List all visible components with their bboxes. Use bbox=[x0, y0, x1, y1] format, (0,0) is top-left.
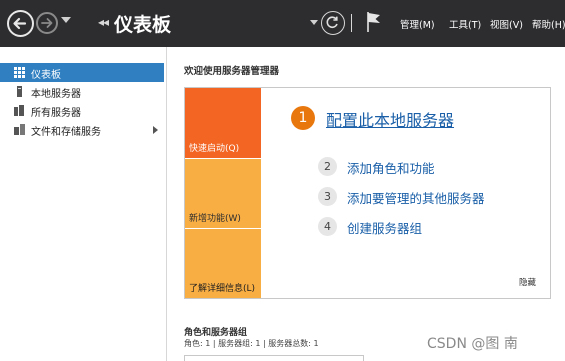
add-servers-link[interactable]: 添加要管理的其他服务器 bbox=[347, 188, 485, 207]
tile-label: 了解详细信息(L) bbox=[189, 284, 256, 294]
menu-manage[interactable]: 管理(M) bbox=[400, 17, 435, 31]
tile-label: 快速启动(Q) bbox=[189, 144, 240, 154]
menu-view[interactable]: 视图(V) bbox=[490, 17, 523, 31]
step-number-badge: 3 bbox=[318, 187, 337, 206]
step-number-badge: 1 bbox=[291, 106, 315, 130]
configure-local-server-link[interactable]: 配置此本地服务器 bbox=[326, 107, 454, 131]
tile-label: 新增功能(W) bbox=[189, 214, 241, 224]
tile-quick-start[interactable]: 快速启动(Q) bbox=[185, 88, 261, 158]
refresh-dropdown-icon[interactable] bbox=[310, 20, 318, 25]
menu-help[interactable]: 帮助(H) bbox=[532, 17, 565, 31]
history-dropdown-icon[interactable] bbox=[61, 17, 71, 23]
sidebar: 仪表板 本地服务器 所有服务器 文件和存储服务 bbox=[0, 47, 167, 361]
notifications-flag-icon[interactable] bbox=[366, 11, 382, 33]
arrow-left-icon bbox=[13, 17, 27, 30]
tile-whats-new[interactable]: 新增功能(W) bbox=[185, 158, 261, 228]
step-number-badge: 2 bbox=[318, 157, 337, 176]
chevron-right-icon[interactable] bbox=[153, 126, 158, 134]
forward-button[interactable] bbox=[36, 12, 58, 34]
add-roles-link[interactable]: 添加角色和功能 bbox=[347, 158, 435, 177]
refresh-icon bbox=[326, 16, 338, 28]
quick-start-panel: 快速启动(Q) 新增功能(W) 了解详细信息(L) 1 配置此本地服务器 2 添… bbox=[184, 87, 551, 299]
roles-section-title: 角色和服务器组 bbox=[184, 328, 248, 338]
breadcrumb-arrows-icon: ◂◂ bbox=[98, 15, 109, 29]
create-server-group-link[interactable]: 创建服务器组 bbox=[347, 218, 422, 237]
sidebar-item-label: 仪表板 bbox=[31, 70, 61, 81]
sidebar-item-label: 本地服务器 bbox=[31, 89, 81, 100]
title-bar: ◂◂ 仪表板 管理(M) 工具(T) 视图(V) 帮助(H) bbox=[0, 0, 565, 47]
toolbar-divider bbox=[351, 14, 352, 32]
sidebar-item-local-server[interactable]: 本地服务器 bbox=[0, 82, 164, 101]
tile-learn-more[interactable]: 了解详细信息(L) bbox=[185, 228, 261, 298]
page-title: 仪表板 bbox=[114, 14, 172, 36]
watermark: CSDN @图 南 bbox=[427, 336, 518, 352]
sidebar-item-file-storage[interactable]: 文件和存储服务 bbox=[0, 120, 164, 139]
all-servers-icon bbox=[14, 105, 24, 116]
step-number-badge: 4 bbox=[318, 217, 337, 236]
hide-link[interactable]: 隐藏 bbox=[519, 276, 536, 288]
file-storage-icon bbox=[14, 124, 25, 135]
local-server-icon bbox=[17, 86, 22, 97]
sidebar-item-label: 所有服务器 bbox=[31, 108, 81, 119]
sidebar-item-dashboard[interactable]: 仪表板 bbox=[0, 63, 164, 82]
role-tile[interactable] bbox=[184, 355, 364, 361]
welcome-heading: 欢迎使用服务器管理器 bbox=[184, 66, 280, 77]
sidebar-item-all-servers[interactable]: 所有服务器 bbox=[0, 101, 164, 120]
roles-counts: 角色: 1 | 服务器组: 1 | 服务器总数: 1 bbox=[184, 339, 319, 348]
sidebar-item-label: 文件和存储服务 bbox=[31, 127, 101, 138]
menu-tools[interactable]: 工具(T) bbox=[449, 17, 481, 31]
main-content: 欢迎使用服务器管理器 快速启动(Q) 新增功能(W) 了解详细信息(L) 1 配… bbox=[168, 47, 565, 361]
refresh-button[interactable] bbox=[321, 11, 345, 35]
dashboard-icon bbox=[14, 67, 25, 78]
back-button[interactable] bbox=[7, 10, 34, 37]
arrow-right-icon bbox=[41, 18, 53, 28]
